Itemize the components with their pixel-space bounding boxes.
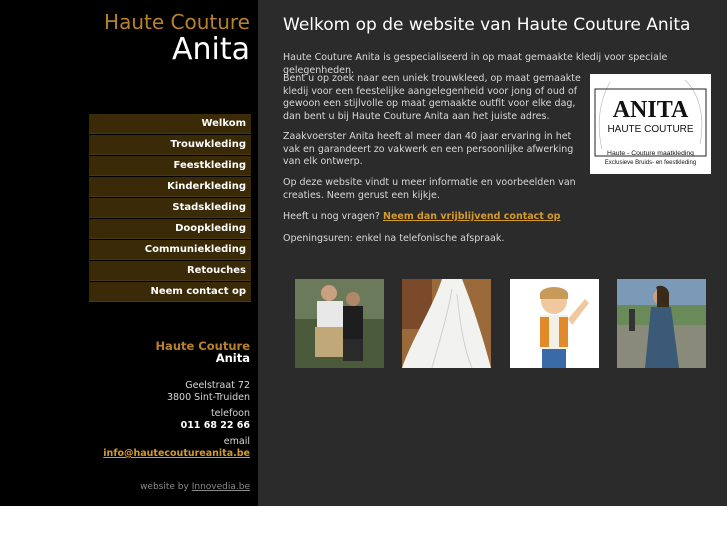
thumb-image-4 [617, 279, 706, 368]
address-name2: Anita [215, 351, 250, 365]
thumb-image-2 [402, 279, 491, 369]
paragraph-vragen: Heeft u nog vragen? Neem dan vrijblijven… [283, 211, 723, 224]
photo-evening-dress[interactable] [617, 279, 706, 368]
main-content: Welkom op de website van Haute Couture A… [258, 0, 727, 506]
nav-item-feestkleding[interactable]: Feestkleding [89, 156, 251, 176]
phone-label: telefoon [210, 408, 250, 419]
email-link[interactable]: info@hautecoutureanita.be [103, 448, 250, 459]
nav-item-contact[interactable]: Neem contact op [89, 282, 251, 302]
contact-link[interactable]: Neem dan vrijblijvend contact op [383, 211, 560, 222]
nav-item-stadskleding[interactable]: Stadskleding [89, 198, 251, 218]
thumb-image-3 [510, 279, 599, 368]
logo-tagline1: Haute - Couture maatkleding [607, 150, 694, 157]
credit-link[interactable]: Innovedia.be [192, 482, 250, 492]
photo-wedding-dress[interactable] [402, 279, 491, 369]
site-credit: website by Innovedia.be [140, 482, 250, 492]
address-city: 3800 Sint-Truiden [166, 392, 250, 403]
logo-name: ANITA [613, 97, 689, 123]
sidebar: Haute Couture Anita Welkom Trouwkleding … [0, 0, 258, 506]
thumb-image-1 [295, 279, 384, 368]
logo-tagline2: Exclusieve Bruids- en feestkleding [605, 160, 696, 166]
address-street: Geelstraat 72 [185, 380, 250, 391]
phone-number: 011 68 22 66 [180, 420, 250, 431]
main-nav: Welkom Trouwkleding Feestkleding Kinderk… [89, 114, 251, 303]
nav-item-trouwkleding[interactable]: Trouwkleding [89, 135, 251, 155]
logo-sub: HAUTE COUTURE [607, 124, 693, 135]
nav-item-welkom[interactable]: Welkom [89, 114, 251, 134]
page: Haute Couture Anita Welkom Trouwkleding … [0, 0, 727, 545]
anita-logo: ANITA HAUTE COUTURE Haute - Couture maat… [590, 74, 711, 174]
contact-block: Haute Couture Anita Geelstraat 72 3800 S… [103, 340, 250, 460]
brand-line1: Haute Couture [104, 10, 250, 34]
email-label: email [223, 436, 250, 447]
paragraph-trouwkleed: Bent u op zoek naar een uniek trouwkleed… [283, 73, 581, 122]
nav-item-kinderkleding[interactable]: Kinderkleding [89, 177, 251, 197]
nav-item-doopkleding[interactable]: Doopkleding [89, 219, 251, 239]
photo-communion-outfit[interactable] [295, 279, 384, 368]
questions-text: Heeft u nog vragen? [283, 211, 383, 222]
nav-item-communiekleding[interactable]: Communiekleding [89, 240, 251, 260]
paragraph-info: Op deze website vindt u meer informatie … [283, 177, 576, 201]
nav-item-retouches[interactable]: Retouches [89, 261, 251, 281]
logo-image: ANITA HAUTE COUTURE Haute - Couture maat… [590, 74, 711, 174]
brand-line2: Anita [171, 32, 250, 67]
photo-child-outfit[interactable] [510, 279, 599, 368]
page-title: Welkom op de website van Haute Couture A… [283, 15, 691, 35]
credit-prefix: website by [140, 482, 189, 492]
opening-hours: Openingsuren: enkel na telefonische afsp… [283, 233, 505, 244]
paragraph-ervaring: Zaakvoerster Anita heeft al meer dan 40 … [283, 131, 574, 167]
